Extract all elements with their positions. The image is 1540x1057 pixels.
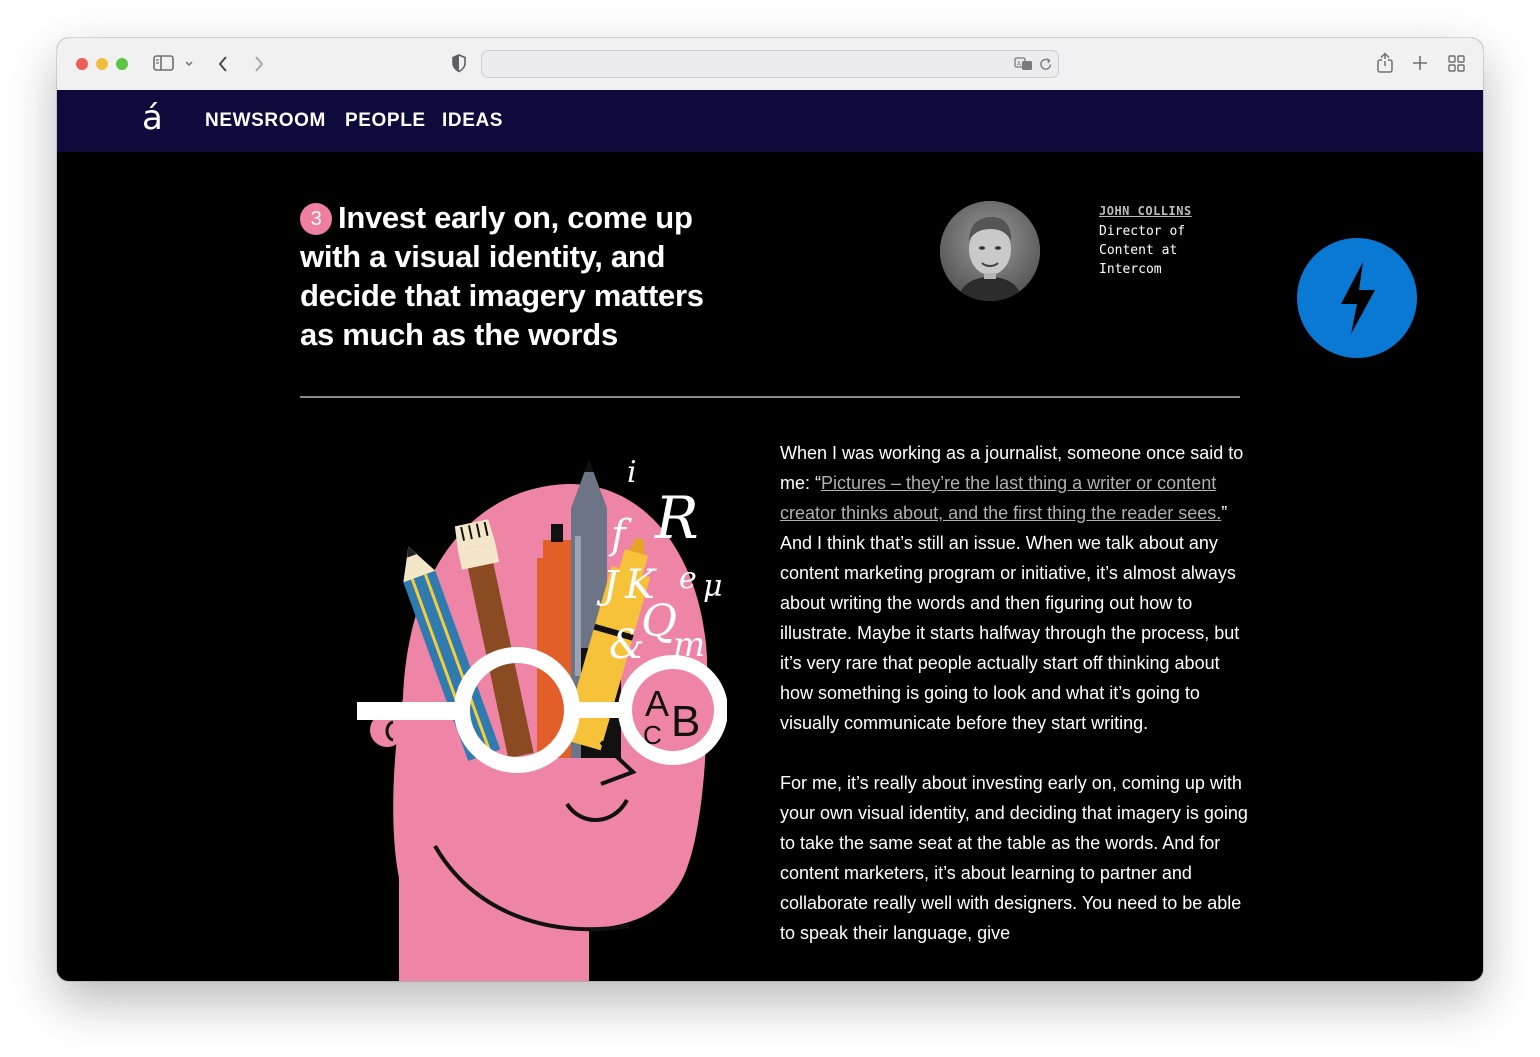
share-icon[interactable] xyxy=(1376,52,1394,74)
illustration-letter: e xyxy=(679,561,697,596)
author-name-link[interactable]: JOHN COLLINS xyxy=(1099,204,1192,218)
nav-link-newsroom[interactable]: NEWSROOM xyxy=(205,110,326,132)
quote-link[interactable]: Pictures – they’re the last thing a writ… xyxy=(780,473,1221,523)
nav-link-people[interactable]: PEOPLE xyxy=(345,110,426,132)
illustration-letter: μ xyxy=(703,569,723,604)
section-headline: 3 Invest early on, come up with a visual … xyxy=(300,198,740,354)
nav-link-ideas[interactable]: IDEAS xyxy=(442,110,503,132)
illustration-letter: Q xyxy=(641,596,677,647)
new-tab-plus-icon[interactable] xyxy=(1412,55,1428,71)
article-body: When I was working as a journalist, some… xyxy=(780,438,1250,978)
author-role: Director of Content at Intercom xyxy=(1099,224,1186,277)
illustration-letter: i xyxy=(627,455,637,490)
author-avatar xyxy=(940,201,1040,301)
sidebar-icon[interactable] xyxy=(153,55,175,72)
translate-icon[interactable]: A xyxy=(1014,57,1034,71)
browser-window: A á NEWSROOM PEOPLE IDEAS 3 Invest early… xyxy=(57,38,1483,981)
illustration-letter: R xyxy=(654,484,699,552)
privacy-shield-icon[interactable] xyxy=(451,54,467,73)
zoom-window-button[interactable] xyxy=(116,58,128,70)
illustration-letter: A xyxy=(645,683,669,724)
forward-arrow-icon[interactable] xyxy=(253,55,265,73)
close-window-button[interactable] xyxy=(76,58,88,70)
section-divider xyxy=(300,396,1240,398)
section-number-badge: 3 xyxy=(300,203,332,235)
author-portrait-image xyxy=(940,201,1040,301)
address-bar[interactable]: A xyxy=(481,50,1059,78)
illustration-letter: & xyxy=(609,622,645,668)
lightning-icon xyxy=(1341,262,1375,334)
chevron-down-icon[interactable] xyxy=(184,60,194,68)
illustration-letter: B xyxy=(671,697,700,746)
headline-text: Invest early on, come up with a visual i… xyxy=(300,200,704,352)
site-logo[interactable]: á xyxy=(142,98,163,138)
paragraph-1-rest: ” And I think that’s still an issue. Whe… xyxy=(780,503,1240,733)
browser-toolbar: A xyxy=(57,38,1483,91)
minimize-window-button[interactable] xyxy=(96,58,108,70)
head-illustration: i R f J K e μ Q & m A B C xyxy=(357,455,727,981)
paragraph-2: For me, it’s really about investing earl… xyxy=(780,773,1248,943)
article-content: 3 Invest early on, come up with a visual … xyxy=(57,152,1483,981)
tab-overview-icon[interactable] xyxy=(1448,55,1465,72)
illustration-letter: m xyxy=(673,625,705,665)
amp-badge[interactable] xyxy=(1297,238,1417,358)
illustration-letter: C xyxy=(643,720,662,750)
paragraph-1: When I was working as a journalist, some… xyxy=(780,438,1250,738)
reload-icon[interactable] xyxy=(1039,56,1053,72)
back-arrow-icon[interactable] xyxy=(217,55,229,73)
site-nav: á NEWSROOM PEOPLE IDEAS xyxy=(57,90,1483,152)
